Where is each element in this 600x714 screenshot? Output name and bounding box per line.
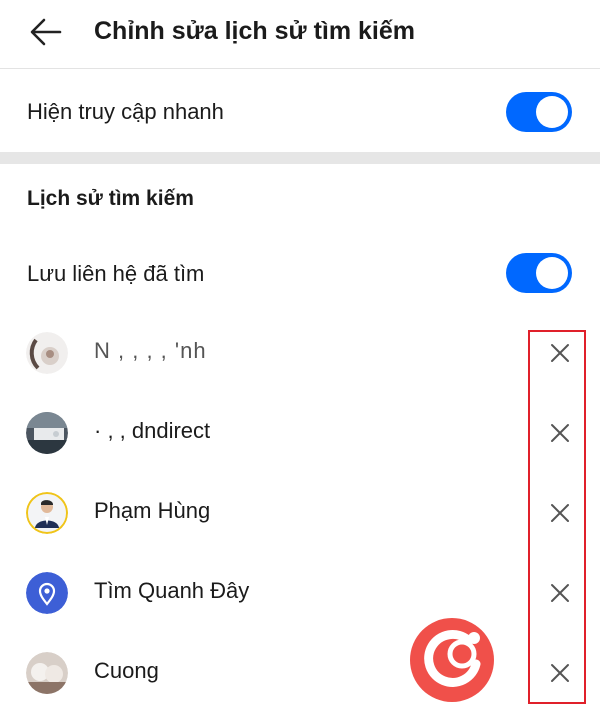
quick-access-label: Hiện truy cập nhanh (27, 99, 224, 124)
toggle-knob (536, 96, 568, 128)
avatar (26, 332, 68, 374)
quick-access-toggle[interactable] (506, 92, 572, 132)
back-button[interactable] (26, 14, 66, 50)
history-item-name: · , , dndirect (94, 418, 211, 443)
save-contacts-label: Lưu liên hệ đã tìm (27, 261, 205, 286)
history-item-name: Cuong (94, 658, 159, 683)
avatar (26, 652, 68, 694)
brand-logo (406, 614, 498, 706)
header-bar: Chỉnh sửa lịch sử tìm kiếm (0, 0, 600, 69)
section-divider (0, 152, 600, 164)
location-pin-icon (26, 572, 68, 614)
history-item-name: Phạm Hùng (94, 498, 211, 523)
highlight-box (528, 330, 586, 704)
arrow-left-icon (30, 18, 62, 46)
avatar (26, 412, 68, 454)
history-item[interactable]: Phạm Hùng (0, 472, 600, 552)
history-item[interactable]: · , , dndirect (0, 392, 600, 472)
history-item-name: N , , , , 'nh (94, 338, 207, 363)
page-title: Chỉnh sửa lịch sử tìm kiếm (94, 17, 416, 45)
history-item[interactable]: Tìm Quanh Đây (0, 552, 600, 632)
save-contacts-toggle[interactable] (506, 253, 572, 293)
section-title: Lịch sử tìm kiếm (27, 187, 194, 210)
history-item[interactable]: N , , , , 'nh (0, 312, 600, 392)
avatar (26, 492, 68, 534)
history-item-name: Tìm Quanh Đây (94, 578, 250, 603)
toggle-knob (536, 257, 568, 289)
history-item[interactable]: Cuong (0, 632, 600, 712)
